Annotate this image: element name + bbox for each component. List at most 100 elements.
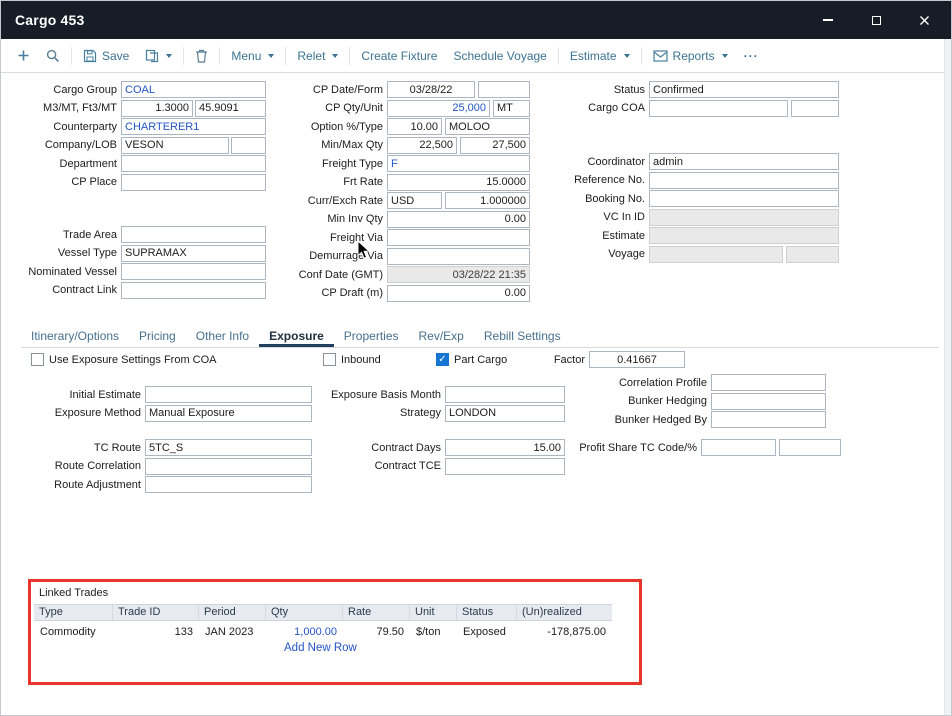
menu-button[interactable]: Menu: [223, 45, 282, 67]
header-unrealized[interactable]: (Un)realized: [517, 605, 612, 620]
field-contract-days: Contract Days: [305, 439, 565, 456]
header-status[interactable]: Status: [457, 605, 517, 620]
search-icon: [46, 49, 60, 63]
initial-estimate-input[interactable]: [145, 386, 312, 403]
minimize-icon: [823, 19, 833, 21]
search-button[interactable]: [38, 45, 68, 67]
add-button[interactable]: [9, 45, 38, 66]
header-trade-id[interactable]: Trade ID: [113, 605, 199, 620]
save-button[interactable]: Save: [75, 45, 137, 67]
nominated-vessel-input[interactable]: [121, 263, 266, 280]
add-new-row-link[interactable]: Add New Row: [284, 642, 357, 654]
nominated-vessel-label: Nominated Vessel: [9, 266, 121, 278]
toolbar-separator: [349, 47, 350, 65]
linked-trades-row[interactable]: Commodity 133 JAN 2023 1,000.00 79.50 $/…: [34, 621, 612, 643]
vessel-type-label: Vessel Type: [9, 247, 121, 259]
tab-properties[interactable]: Properties: [334, 328, 409, 347]
vessel-type-input[interactable]: [121, 245, 266, 262]
contract-link-input[interactable]: [121, 282, 266, 299]
header-type[interactable]: Type: [34, 605, 113, 620]
more-button[interactable]: ···: [736, 45, 767, 67]
estimate-button[interactable]: Estimate: [562, 45, 638, 67]
inbound-checkbox[interactable]: Inbound: [323, 353, 381, 366]
cp-date-input[interactable]: [387, 81, 475, 98]
option-pct-input[interactable]: [387, 118, 442, 135]
min-qty-input[interactable]: [387, 137, 457, 154]
field-min-inv-qty: Min Inv Qty: [269, 211, 530, 228]
route-adjustment-input[interactable]: [145, 476, 312, 493]
bunker-hedged-by-label: Bunker Hedged By: [561, 414, 711, 426]
status-input[interactable]: [649, 81, 839, 98]
exposure-block-middle: Exposure Basis Month Strategy: [305, 386, 565, 423]
counterparty-input[interactable]: [121, 118, 266, 135]
bunker-hedged-by-input[interactable]: [711, 411, 826, 428]
field-cargo-coa: Cargo COA: [507, 100, 839, 117]
field-tc-route: TC Route: [5, 439, 312, 456]
part-cargo-checkbox[interactable]: Part Cargo: [436, 353, 507, 366]
factor-input[interactable]: [589, 351, 685, 368]
exposure-method-label: Exposure Method: [5, 407, 145, 419]
cargo-coa-input-1[interactable]: [649, 100, 788, 117]
cell-qty-link[interactable]: 1,000.00: [266, 621, 343, 643]
exposure-basis-month-input[interactable]: [445, 386, 565, 403]
caret-down-icon: [332, 54, 338, 58]
tab-rev-exp[interactable]: Rev/Exp: [409, 328, 474, 347]
maximize-button[interactable]: [869, 13, 883, 27]
company-input[interactable]: [121, 137, 229, 154]
minimize-button[interactable]: [821, 13, 835, 27]
trade-area-input[interactable]: [121, 226, 266, 243]
copy-button[interactable]: [137, 45, 180, 67]
booking-no-input[interactable]: [649, 190, 839, 207]
schedule-voyage-button[interactable]: Schedule Voyage: [445, 45, 554, 67]
profit-share-code-input[interactable]: [701, 439, 776, 456]
tab-exposure[interactable]: Exposure: [259, 328, 334, 347]
exposure-method-input[interactable]: [145, 405, 312, 422]
voyage-label: Voyage: [507, 248, 649, 260]
profit-share-pct-input[interactable]: [779, 439, 841, 456]
conf-date-label: Conf Date (GMT): [269, 269, 387, 281]
tab-other-info[interactable]: Other Info: [186, 328, 259, 347]
reference-no-input[interactable]: [649, 172, 839, 189]
delete-button[interactable]: [187, 45, 216, 67]
m3mt-input-2[interactable]: [195, 100, 266, 117]
field-estimate: Estimate: [507, 227, 839, 244]
header-rate[interactable]: Rate: [343, 605, 410, 620]
cargo-window: Cargo 453 Save Menu: [0, 0, 952, 716]
lob-input[interactable]: [231, 137, 266, 154]
reports-button[interactable]: Reports: [645, 45, 736, 67]
cargo-coa-input-2[interactable]: [791, 100, 839, 117]
header-unit[interactable]: Unit: [410, 605, 457, 620]
spacer: [9, 192, 266, 226]
reference-no-label: Reference No.: [507, 174, 649, 186]
create-fixture-button[interactable]: Create Fixture: [353, 45, 445, 67]
correlation-profile-input[interactable]: [711, 374, 826, 391]
route-correlation-input[interactable]: [145, 458, 312, 475]
field-freight-type: Freight Type: [269, 155, 530, 172]
field-nominated-vessel: Nominated Vessel: [9, 263, 266, 280]
contract-tce-input[interactable]: [445, 458, 565, 475]
tc-route-input[interactable]: [145, 439, 312, 456]
header-period[interactable]: Period: [199, 605, 266, 620]
tab-rebill-settings[interactable]: Rebill Settings: [474, 328, 571, 347]
cp-place-input[interactable]: [121, 174, 266, 191]
field-company-lob: Company/LOB: [9, 137, 266, 154]
department-input[interactable]: [121, 155, 266, 172]
field-conf-date: Conf Date (GMT): [269, 266, 530, 283]
strategy-input[interactable]: [445, 405, 565, 422]
use-exposure-settings-checkbox[interactable]: Use Exposure Settings From COA: [31, 353, 217, 366]
cp-qty-input[interactable]: [387, 100, 490, 117]
header-qty[interactable]: Qty: [266, 605, 343, 620]
tab-pricing[interactable]: Pricing: [129, 328, 186, 347]
currency-input[interactable]: [387, 192, 442, 209]
m3mt-input-1[interactable]: [121, 100, 193, 117]
coordinator-input[interactable]: [649, 153, 839, 170]
tab-itinerary-options[interactable]: Itinerary/Options: [21, 328, 129, 347]
bunker-hedging-input[interactable]: [711, 393, 826, 410]
close-button[interactable]: [917, 13, 931, 27]
cargo-group-input[interactable]: [121, 81, 266, 98]
relet-button[interactable]: Relet: [289, 45, 346, 67]
field-factor: Factor: [501, 351, 685, 368]
cp-draft-input[interactable]: [387, 285, 530, 302]
m3mt-label: M3/MT, Ft3/MT: [9, 102, 121, 114]
trash-icon: [195, 49, 208, 63]
